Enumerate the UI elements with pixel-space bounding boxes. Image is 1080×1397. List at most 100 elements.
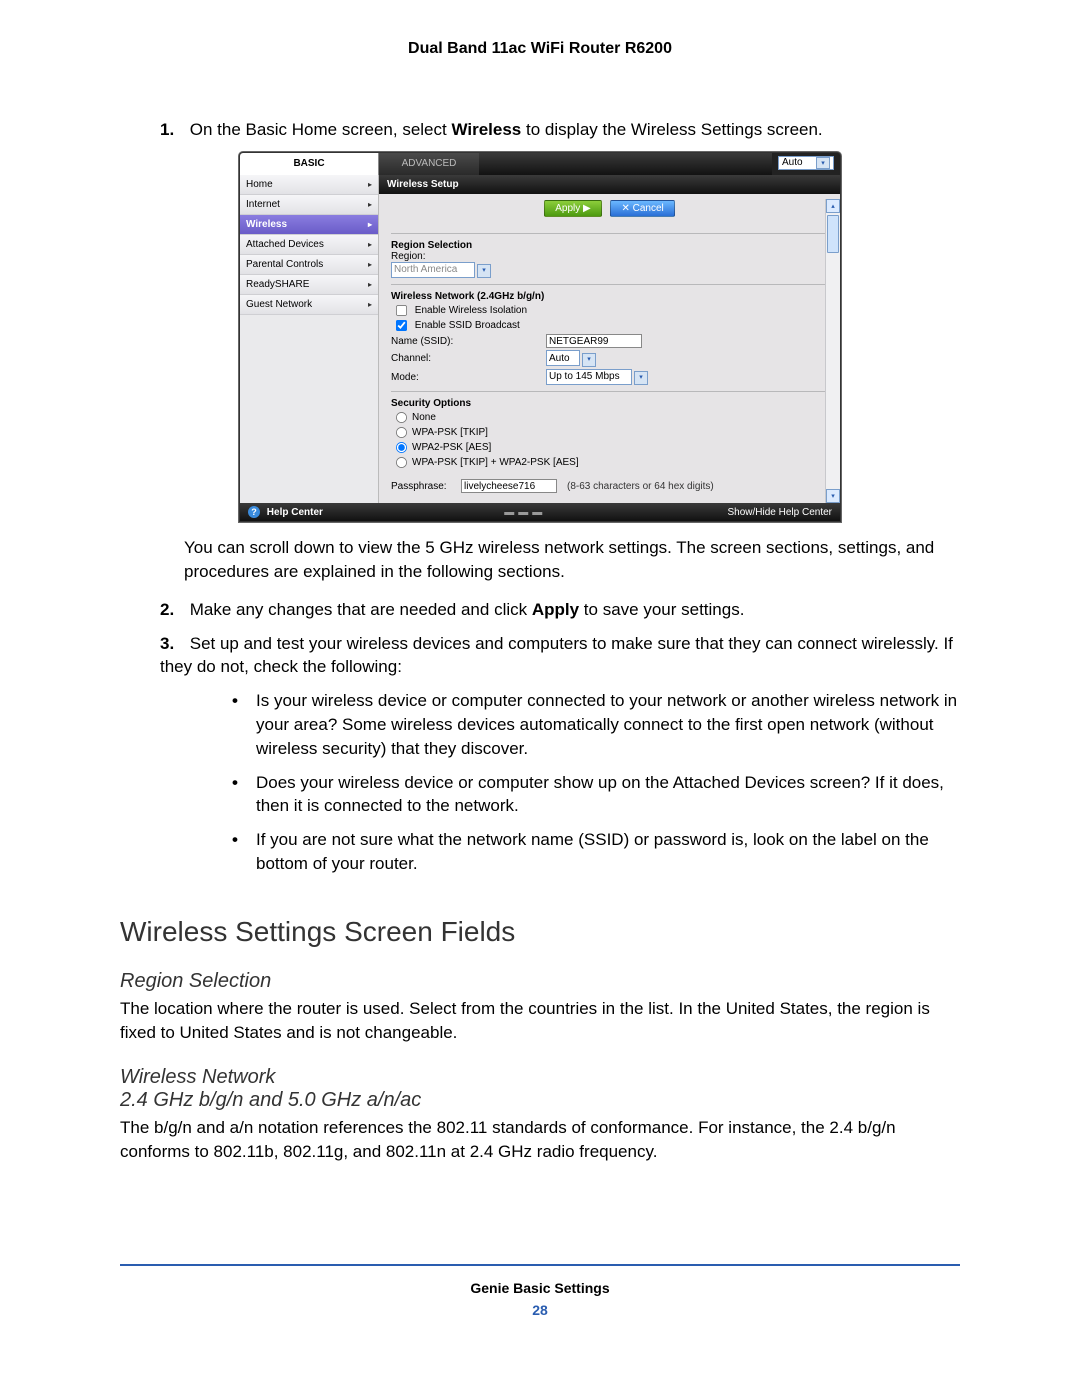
router-tab-bar: BASIC ADVANCED Auto ▾: [240, 153, 840, 175]
security-option-radio[interactable]: [396, 457, 407, 468]
scrollbar[interactable]: ▴ ▾: [825, 199, 840, 504]
step-2-bold: Apply: [532, 600, 579, 619]
scroll-up-icon[interactable]: ▴: [826, 199, 840, 213]
ssid-input[interactable]: [546, 334, 642, 348]
resize-handle-icon[interactable]: ▬▬▬: [504, 507, 546, 518]
help-icon: ?: [248, 506, 260, 518]
chevron-right-icon: ▸: [368, 280, 372, 289]
channel-label: Channel:: [391, 353, 546, 364]
show-hide-help-link[interactable]: Show/Hide Help Center: [728, 507, 833, 518]
region-description: The location where the router is used. S…: [120, 997, 960, 1045]
region-heading: Region Selection: [391, 240, 828, 251]
security-option-label: WPA-PSK [TKIP]: [412, 427, 488, 438]
scroll-down-icon[interactable]: ▾: [826, 489, 840, 503]
tab-filler: [479, 153, 772, 175]
sidebar-item-parental-controls[interactable]: Parental Controls ▸: [240, 255, 378, 275]
language-select[interactable]: Auto ▾: [778, 156, 834, 170]
chevron-right-icon: ▸: [368, 180, 372, 189]
step-1: 1. On the Basic Home screen, select Wire…: [160, 118, 960, 142]
security-option-radio[interactable]: [396, 427, 407, 438]
net24-heading: Wireless Network (2.4GHz b/g/n): [391, 291, 828, 302]
security-option-label: WPA2-PSK [AES]: [412, 442, 491, 453]
enable-ssid-broadcast-checkbox[interactable]: [396, 320, 407, 331]
sidebar-item-label: Attached Devices: [246, 239, 324, 250]
scroll-thumb[interactable]: [827, 215, 839, 253]
toolbar: Apply ▶ ✕ Cancel: [379, 194, 840, 227]
step-1-bold: Wireless: [451, 120, 521, 139]
sidebar-item-label: Home: [246, 179, 273, 190]
language-select-value: Auto: [782, 157, 803, 168]
divider: [391, 233, 828, 234]
sidebar-item-label: Parental Controls: [246, 259, 323, 270]
sidebar-item-readyshare[interactable]: ReadySHARE ▸: [240, 275, 378, 295]
step-3: 3. Set up and test your wireless devices…: [160, 632, 960, 680]
scroll-track[interactable]: [826, 213, 840, 490]
sidebar-item-attached-devices[interactable]: Attached Devices ▸: [240, 235, 378, 255]
sidebar-item-label: Internet: [246, 199, 280, 210]
sidebar-item-label: Wireless: [246, 219, 287, 230]
step-3-bullets: Is your wireless device or computer conn…: [192, 689, 960, 876]
sidebar-item-guest-network[interactable]: Guest Network ▸: [240, 295, 378, 315]
step-1-text-a: On the Basic Home screen, select: [190, 120, 452, 139]
step-1-text-c: to display the Wireless Settings screen.: [521, 120, 822, 139]
help-center-label[interactable]: Help Center: [267, 507, 323, 518]
security-option-radio[interactable]: [396, 442, 407, 453]
step-2-text-c: to save your settings.: [579, 600, 744, 619]
passphrase-input[interactable]: [461, 479, 557, 493]
page-number: 28: [120, 1302, 960, 1318]
bullet-2: Does your wireless device or computer sh…: [232, 771, 960, 819]
step-1-followup: You can scroll down to view the 5 GHz wi…: [184, 536, 960, 584]
subsection-wireless-line2: 2.4 GHz b/g/n and 5.0 GHz a/n/ac: [120, 1089, 421, 1111]
tab-basic[interactable]: BASIC: [240, 153, 379, 175]
router-ui-screenshot: BASIC ADVANCED Auto ▾ Home▸Internet▸Wire…: [239, 152, 841, 523]
enable-isolation-checkbox[interactable]: [396, 305, 407, 316]
step-2-text-a: Make any changes that are needed and cli…: [190, 600, 532, 619]
footer-title: Genie Basic Settings: [120, 1280, 960, 1296]
chevron-down-icon: ▾: [582, 353, 596, 367]
subsection-wireless-line1: Wireless Network: [120, 1066, 275, 1088]
passphrase-hint: (8-63 characters or 64 hex digits): [567, 481, 714, 492]
enable-ssid-broadcast-label: Enable SSID Broadcast: [415, 320, 520, 331]
subsection-wireless-network: Wireless Network 2.4 GHz b/g/n and 5.0 G…: [120, 1066, 960, 1112]
security-option-radio[interactable]: [396, 412, 407, 423]
step-1-number: 1.: [160, 118, 185, 142]
chevron-right-icon: ▸: [368, 220, 372, 229]
enable-isolation-label: Enable Wireless Isolation: [415, 305, 527, 316]
security-option-label: WPA-PSK [TKIP] + WPA2-PSK [AES]: [412, 457, 579, 468]
sidebar-item-home[interactable]: Home ▸: [240, 175, 378, 195]
channel-value: Auto: [549, 353, 570, 364]
chevron-right-icon: ▸: [368, 300, 372, 309]
step-2-number: 2.: [160, 598, 185, 622]
chevron-right-icon: ▸: [368, 200, 372, 209]
mode-select[interactable]: Up to 145 Mbps: [546, 369, 632, 385]
chevron-right-icon: ▸: [368, 260, 372, 269]
mode-value: Up to 145 Mbps: [549, 371, 620, 382]
cancel-button[interactable]: ✕ Cancel: [610, 200, 674, 217]
chevron-down-icon: ▾: [634, 371, 648, 385]
security-option-row: WPA2-PSK [AES]: [395, 441, 828, 454]
ssid-label: Name (SSID):: [391, 336, 546, 347]
sidebar: Home ▸ Internet ▸ Wireless ▸ Attached Devices ▸…: [240, 175, 379, 504]
security-option-row: WPA-PSK [TKIP] + WPA2-PSK [AES]: [395, 456, 828, 469]
chevron-right-icon: ▸: [368, 240, 372, 249]
subsection-region: Region Selection: [120, 970, 960, 993]
channel-select[interactable]: Auto: [546, 350, 580, 366]
security-option-label: None: [412, 412, 436, 423]
security-option-row: WPA-PSK [TKIP]: [395, 426, 828, 439]
sidebar-item-label: Guest Network: [246, 299, 312, 310]
region-label: Region:: [391, 251, 828, 262]
chevron-down-icon: ▾: [477, 264, 491, 278]
panel-title: Wireless Setup: [379, 175, 840, 194]
sidebar-item-label: ReadySHARE: [246, 279, 309, 290]
bullet-1: Is your wireless device or computer conn…: [232, 689, 960, 760]
apply-button[interactable]: Apply ▶: [544, 200, 601, 217]
section-heading: Wireless Settings Screen Fields: [120, 916, 960, 948]
page-footer: Genie Basic Settings 28: [120, 1264, 960, 1318]
security-option-row: None: [395, 411, 828, 424]
tab-advanced[interactable]: ADVANCED: [379, 153, 479, 175]
region-select[interactable]: North America: [391, 262, 475, 278]
step-3-text: Set up and test your wireless devices an…: [160, 634, 953, 677]
sidebar-item-internet[interactable]: Internet ▸: [240, 195, 378, 215]
sidebar-item-wireless[interactable]: Wireless ▸: [240, 215, 378, 235]
step-3-number: 3.: [160, 632, 185, 656]
